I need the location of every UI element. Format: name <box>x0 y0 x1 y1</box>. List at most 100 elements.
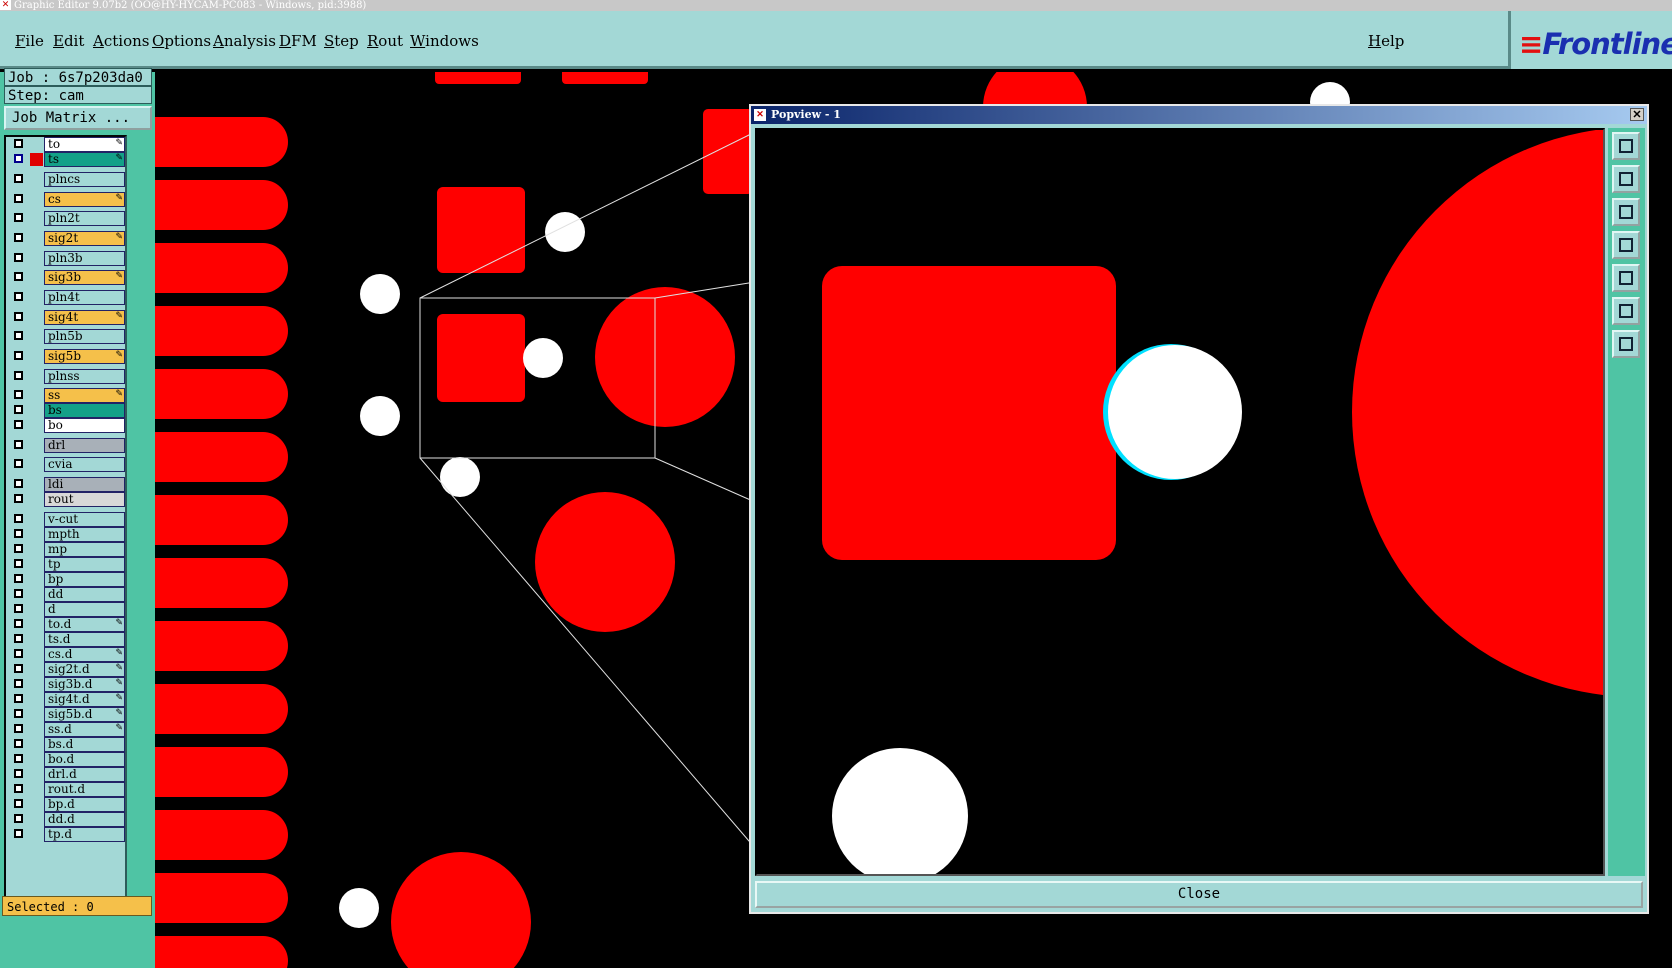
layer-name[interactable]: sig4t.d <box>44 692 125 707</box>
layer-row-rout[interactable]: rout <box>8 492 125 507</box>
layer-row-bp[interactable]: bp <box>8 572 125 587</box>
layer-name[interactable]: cs.d <box>44 647 125 662</box>
popview-viewport[interactable] <box>755 128 1605 876</box>
layer-name[interactable]: rout <box>44 492 125 507</box>
layer-checkbox[interactable] <box>14 544 23 553</box>
layer-row-ss[interactable]: ss ✎ <box>8 388 125 403</box>
layer-row-bs-d[interactable]: bs.d <box>8 737 125 752</box>
layer-row-d[interactable]: d <box>8 602 125 617</box>
layer-checkbox[interactable] <box>14 292 23 301</box>
layer-name[interactable]: bp <box>44 572 125 587</box>
layer-row-sig3b[interactable]: sig3b ✎ <box>8 270 125 285</box>
layer-name[interactable]: ts <box>44 152 125 167</box>
job-matrix-button[interactable]: Job Matrix ... <box>4 106 152 130</box>
popview-close-icon[interactable]: ✕ <box>1630 108 1644 121</box>
layer-name[interactable]: ldi <box>44 477 125 492</box>
popview-close-button[interactable]: Close <box>755 881 1643 908</box>
layer-name[interactable]: ss.d <box>44 722 125 737</box>
layer-row-to[interactable]: to ✎ <box>8 137 125 152</box>
layer-checkbox[interactable] <box>14 679 23 688</box>
layer-name[interactable]: ss <box>44 388 125 403</box>
layer-checkbox[interactable] <box>14 312 23 321</box>
pan-left-button[interactable] <box>1612 231 1640 259</box>
layer-row-pln4t[interactable]: pln4t <box>8 290 125 305</box>
layer-checkbox[interactable] <box>14 154 23 163</box>
layer-name[interactable]: tp <box>44 557 125 572</box>
layer-checkbox[interactable] <box>14 371 23 380</box>
layer-name[interactable]: to.d <box>44 617 125 632</box>
layer-name[interactable]: mp <box>44 542 125 557</box>
menu-options[interactable]: Options <box>152 32 211 50</box>
layer-name[interactable]: pln4t <box>44 290 125 305</box>
layer-name[interactable]: sig5b.d <box>44 707 125 722</box>
layer-checkbox[interactable] <box>14 440 23 449</box>
menu-windows[interactable]: Windows <box>410 32 479 50</box>
layer-row-sig3b-d[interactable]: sig3b.d ✎ <box>8 677 125 692</box>
layer-row-bp-d[interactable]: bp.d <box>8 797 125 812</box>
layer-name[interactable]: dd.d <box>44 812 125 827</box>
layer-name[interactable]: pln3b <box>44 251 125 266</box>
layer-checkbox[interactable] <box>14 174 23 183</box>
popview-drawing[interactable] <box>757 130 1603 874</box>
layer-row-to-d[interactable]: to.d ✎ <box>8 617 125 632</box>
layer-name[interactable]: to <box>44 137 125 152</box>
layer-name[interactable]: drl <box>44 438 125 453</box>
zoom-in-button[interactable] <box>1612 330 1640 358</box>
layer-row-pln3b[interactable]: pln3b <box>8 251 125 266</box>
layer-checkbox[interactable] <box>14 272 23 281</box>
layer-row-ldi[interactable]: ldi <box>8 477 125 492</box>
layer-checkbox[interactable] <box>14 814 23 823</box>
menu-step[interactable]: Step <box>324 32 359 50</box>
layer-checkbox[interactable] <box>14 619 23 628</box>
layer-row-mpth[interactable]: mpth <box>8 527 125 542</box>
layer-name[interactable]: d <box>44 602 125 617</box>
layer-row-cs[interactable]: cs ✎ <box>8 192 125 207</box>
layer-list[interactable]: to ✎ ts ✎ plncs cs ✎ pln2t sig2t ✎ pln3b sig3b ✎ pln4… <box>4 135 127 902</box>
layer-checkbox[interactable] <box>14 459 23 468</box>
layer-checkbox[interactable] <box>14 331 23 340</box>
layer-name[interactable]: sig4t <box>44 310 125 325</box>
layer-checkbox[interactable] <box>14 559 23 568</box>
pan-right-button[interactable] <box>1612 264 1640 292</box>
layer-checkbox[interactable] <box>14 769 23 778</box>
layer-checkbox[interactable] <box>14 514 23 523</box>
layer-row-sig2t[interactable]: sig2t ✎ <box>8 231 125 246</box>
layer-row-bs[interactable]: bs <box>8 403 125 418</box>
layer-checkbox[interactable] <box>14 233 23 242</box>
pan-up-button[interactable] <box>1612 165 1640 193</box>
layer-checkbox[interactable] <box>14 589 23 598</box>
layer-checkbox[interactable] <box>14 694 23 703</box>
layer-name[interactable]: v-cut <box>44 512 125 527</box>
layer-row-drl[interactable]: drl <box>8 438 125 453</box>
layer-name[interactable]: sig3b.d <box>44 677 125 692</box>
layer-name[interactable]: dd <box>44 587 125 602</box>
layer-row-dd-d[interactable]: dd.d <box>8 812 125 827</box>
layer-name[interactable]: sig3b <box>44 270 125 285</box>
layer-row-sig4t[interactable]: sig4t ✎ <box>8 310 125 325</box>
layer-row-sig5b[interactable]: sig5b ✎ <box>8 349 125 364</box>
layer-name[interactable]: pln5b <box>44 329 125 344</box>
layer-name[interactable]: sig2t.d <box>44 662 125 677</box>
layer-name[interactable]: sig2t <box>44 231 125 246</box>
menu-help[interactable]: Help <box>1368 32 1404 50</box>
layer-row-tp[interactable]: tp <box>8 557 125 572</box>
layer-row-plnss[interactable]: plnss <box>8 369 125 384</box>
layer-row-plncs[interactable]: plncs <box>8 172 125 187</box>
layer-checkbox[interactable] <box>14 574 23 583</box>
layer-name[interactable]: bo.d <box>44 752 125 767</box>
layer-row-rout-d[interactable]: rout.d <box>8 782 125 797</box>
layer-name[interactable]: plncs <box>44 172 125 187</box>
layer-row-drl-d[interactable]: drl.d <box>8 767 125 782</box>
layer-row-sig4t-d[interactable]: sig4t.d ✎ <box>8 692 125 707</box>
layer-name[interactable]: sig5b <box>44 349 125 364</box>
menu-analysis[interactable]: Analysis <box>213 32 276 50</box>
layer-name[interactable]: bp.d <box>44 797 125 812</box>
menu-actions[interactable]: Actions <box>93 32 149 50</box>
layer-name[interactable]: bs.d <box>44 737 125 752</box>
layer-row-cvia[interactable]: cvia <box>8 457 125 472</box>
layer-name[interactable]: ts.d <box>44 632 125 647</box>
layer-checkbox[interactable] <box>14 799 23 808</box>
layer-name[interactable]: bo <box>44 418 125 433</box>
layer-row-bo[interactable]: bo <box>8 418 125 433</box>
layer-checkbox[interactable] <box>14 709 23 718</box>
